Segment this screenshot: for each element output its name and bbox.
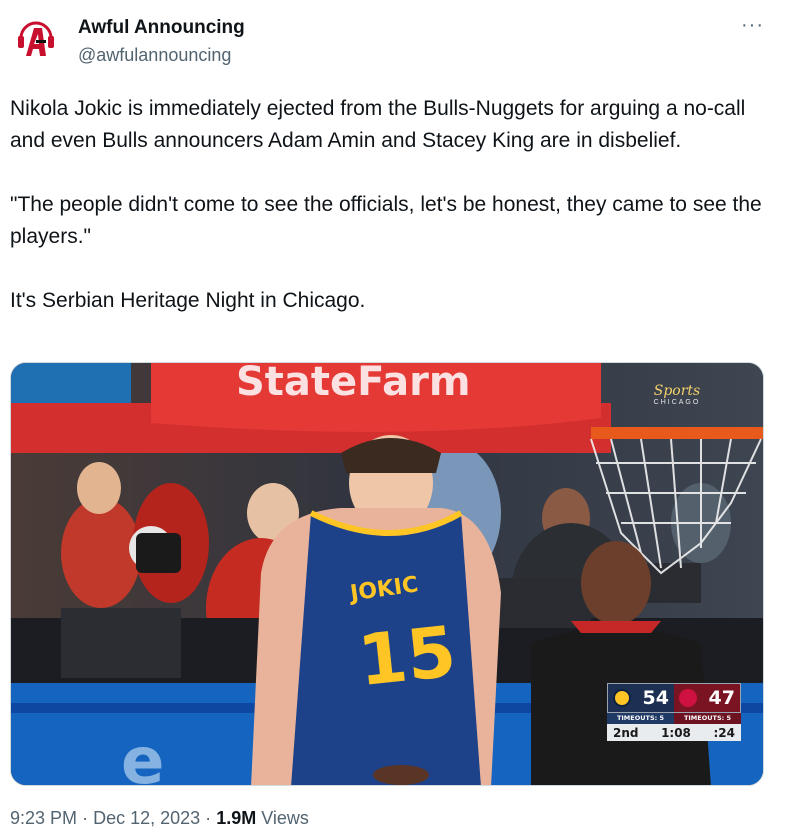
nuggets-logo-icon bbox=[613, 689, 631, 707]
game-quarter: 2nd bbox=[613, 725, 639, 740]
game-clock: 1:08 bbox=[661, 725, 691, 740]
bulls-score: 47 bbox=[674, 684, 740, 712]
tweet-paragraph: It's Serbian Heritage Night in Chicago. bbox=[10, 289, 366, 312]
tweet-text: Nikola Jokic is immediately ejected from… bbox=[10, 93, 770, 317]
away-timeouts: TIMEOUTS: 5 bbox=[674, 713, 741, 724]
more-icon[interactable]: ··· bbox=[741, 14, 764, 37]
home-timeouts: TIMEOUTS: 5 bbox=[607, 713, 674, 724]
away-score: 47 bbox=[708, 687, 735, 709]
tweet-footer: 9:23 PM · Dec 12, 2023 · 1.9M Views bbox=[10, 808, 309, 829]
home-score: 54 bbox=[642, 687, 669, 709]
tweet-paragraph: "The people didn't come to see the offic… bbox=[10, 193, 762, 248]
svg-text:e: e bbox=[121, 725, 164, 786]
tweet-date[interactable]: Dec 12, 2023 bbox=[93, 808, 200, 828]
author-avatar[interactable] bbox=[12, 16, 60, 64]
broadcaster-brand: Sports bbox=[653, 383, 701, 399]
views-count[interactable]: 1.9M bbox=[216, 808, 256, 828]
footer-separator: · bbox=[205, 808, 212, 828]
author-display-name[interactable]: Awful Announcing bbox=[78, 17, 245, 39]
broadcaster-logo: Sports CHICAGO bbox=[627, 383, 727, 406]
tweet-paragraph: Nikola Jokic is immediately ejected from… bbox=[10, 97, 746, 152]
nuggets-score: 54 bbox=[608, 684, 674, 712]
views-label: Views bbox=[261, 808, 309, 828]
shot-clock: :24 bbox=[713, 725, 736, 740]
author-handle[interactable]: @awfulannouncing bbox=[78, 45, 231, 66]
jersey-number: 15 bbox=[354, 610, 459, 702]
awful-announcing-logo-icon bbox=[12, 16, 60, 64]
video-media[interactable]: e StateFarm JOKIC 15 Sports CHICAGO 54 4… bbox=[10, 362, 764, 786]
bulls-logo-icon bbox=[679, 689, 697, 707]
scorebug: 54 47 TIMEOUTS: 5 TIMEOUTS: 5 2nd 1:08 :… bbox=[607, 683, 741, 741]
footer-separator: · bbox=[82, 808, 89, 828]
broadcaster-city: CHICAGO bbox=[653, 399, 701, 406]
tweet-time[interactable]: 9:23 PM bbox=[10, 808, 77, 828]
sponsor-text: StateFarm bbox=[236, 363, 471, 405]
